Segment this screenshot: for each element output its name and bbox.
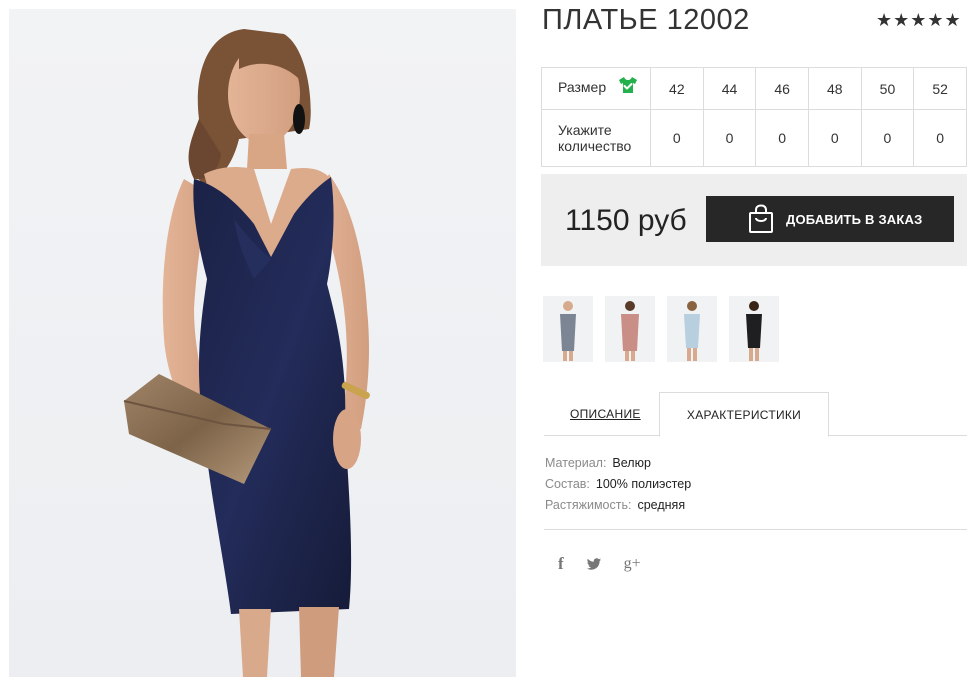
characteristic-key: Состав:	[545, 477, 590, 491]
characteristic-key: Растяжимость:	[545, 498, 632, 512]
tshirt-check-icon[interactable]	[618, 76, 638, 97]
divider	[544, 529, 967, 530]
product-tabs: ОПИСАНИЕ ХАРАКТЕРИСТИКИ	[544, 392, 967, 437]
shopping-bag-icon	[748, 204, 774, 234]
thumbnail-4[interactable]	[729, 296, 779, 362]
size-row: Размер 42 44 46 48 50 52	[541, 67, 967, 110]
buy-box: 1150 руб ДОБАВИТЬ В ЗАКАЗ	[541, 174, 967, 266]
thumbnail-1[interactable]	[543, 296, 593, 362]
tab-characteristics[interactable]: ХАРАКТЕРИСТИКИ	[659, 392, 829, 437]
thumbnail-strip	[543, 296, 791, 362]
quantity-input-50[interactable]: 0	[860, 109, 915, 167]
thumbnail-3[interactable]	[667, 296, 717, 362]
product-title: ПЛАТЬЕ 12002	[542, 4, 750, 36]
size-label-cell: Размер	[541, 67, 651, 110]
characteristic-key: Материал:	[545, 456, 607, 470]
size-cell-48: 48	[807, 67, 862, 110]
size-cell-42: 42	[650, 67, 704, 110]
facebook-icon[interactable]: f	[558, 554, 564, 574]
quantity-input-48[interactable]: 0	[807, 109, 862, 167]
quantity-row: Укажите количество 0 0 0 0 0 0	[541, 109, 967, 167]
quantity-input-42[interactable]: 0	[650, 109, 704, 167]
size-cell-52: 52	[913, 67, 967, 110]
characteristic-value: средняя	[637, 498, 686, 512]
quantity-label-cell: Укажите количество	[541, 109, 651, 167]
add-to-order-button[interactable]: ДОБАВИТЬ В ЗАКАЗ	[706, 196, 954, 242]
quantity-input-52[interactable]: 0	[913, 109, 967, 167]
twitter-icon[interactable]	[586, 557, 602, 571]
quantity-label-line1: Укажите	[558, 122, 612, 138]
tab-description[interactable]: ОПИСАНИЕ	[570, 407, 641, 421]
quantity-label-line2: количество	[558, 138, 632, 154]
rating-stars[interactable]: ★★★★★	[876, 10, 962, 31]
size-cell-46: 46	[755, 67, 809, 110]
quantity-input-44[interactable]: 0	[702, 109, 757, 167]
size-quantity-table: Размер 42 44 46 48 50 52 Укажите количес…	[541, 67, 967, 167]
characteristics-list: Материал: Велюр Состав: 100% полиэстер Рас…	[545, 455, 691, 518]
social-share: f g+	[558, 554, 663, 574]
characteristic-row: Состав: 100% полиэстер	[545, 476, 691, 497]
characteristic-row: Материал: Велюр	[545, 455, 691, 476]
quantity-input-46[interactable]: 0	[755, 109, 809, 167]
characteristic-row: Растяжимость: средняя	[545, 497, 691, 518]
size-cell-50: 50	[860, 67, 915, 110]
add-to-order-label: ДОБАВИТЬ В ЗАКАЗ	[786, 211, 923, 227]
size-label: Размер	[558, 79, 607, 96]
characteristic-value: 100% полиэстер	[595, 477, 692, 491]
googleplus-icon[interactable]: g+	[624, 555, 641, 573]
characteristic-value: Велюр	[612, 456, 651, 470]
price: 1150 руб	[565, 204, 687, 237]
size-cell-44: 44	[702, 67, 757, 110]
thumbnail-2[interactable]	[605, 296, 655, 362]
main-product-photo[interactable]	[9, 9, 516, 677]
